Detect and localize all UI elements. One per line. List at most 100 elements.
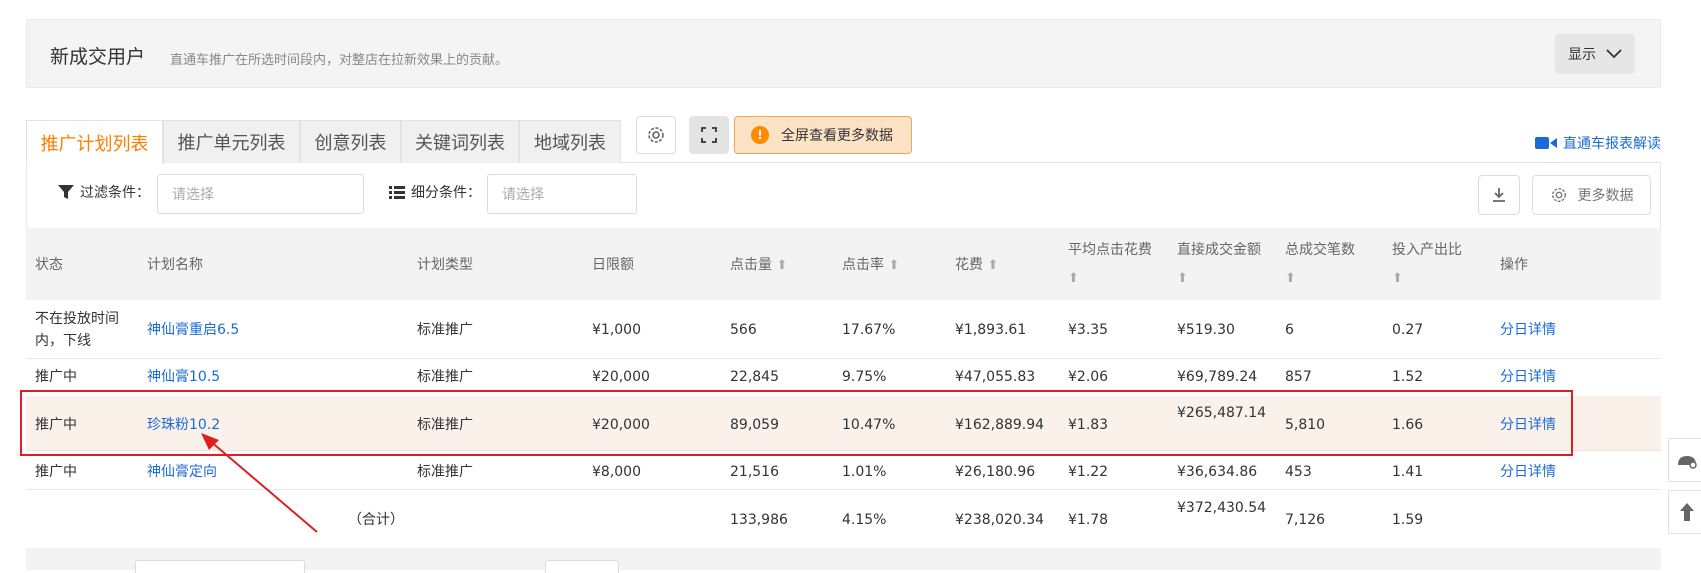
tab-keyword-list[interactable]: 关键词列表 <box>401 120 519 163</box>
display-button-label: 显示 <box>1568 47 1596 63</box>
section-title: 新成交用户 <box>50 46 146 68</box>
report-guide-link[interactable]: 直通车报表解读 <box>1535 133 1661 153</box>
download-icon <box>1493 188 1505 202</box>
total-cpc: ¥1.78 <box>1068 512 1109 528</box>
warning-icon: ! <box>751 126 769 144</box>
fullscreen-more-data-banner[interactable]: ! 全屏查看更多数据 <box>734 116 912 154</box>
row-roi: 0.27 <box>1392 322 1424 338</box>
row-divider <box>26 358 1661 359</box>
daily-detail-link[interactable]: 分日详情 <box>1500 461 1556 483</box>
col-label: 直接成交金额 <box>1177 242 1261 258</box>
row-plan-type: 标准推广 <box>417 464 473 480</box>
sort-arrow-icon: ⬆ <box>1177 271 1188 286</box>
expand-icon <box>701 127 717 143</box>
row-status: 推广中 <box>35 369 77 385</box>
row-cost: ¥1,893.61 <box>955 322 1027 338</box>
page-jump-input[interactable] <box>545 560 619 573</box>
filter-condition-label: 过滤条件： <box>58 182 150 202</box>
more-data-button[interactable]: 更多数据 <box>1532 175 1651 215</box>
total-cost: ¥238,020.34 <box>955 512 1045 528</box>
tab-plan-list[interactable]: 推广计划列表 <box>26 120 163 164</box>
col-label: 总成交笔数 <box>1285 242 1355 258</box>
row-ctr: 17.67% <box>842 322 896 338</box>
row-ctr: 1.01% <box>842 464 887 480</box>
row-clicks: 22,845 <box>730 369 779 385</box>
col-header-cost[interactable]: 花费 ⬆ <box>955 251 998 280</box>
row-cost: ¥47,055.83 <box>955 369 1036 385</box>
segment-label-text: 细分条件： <box>411 185 481 201</box>
row-budget: ¥8,000 <box>592 464 641 480</box>
row-cpc: ¥2.06 <box>1068 369 1109 385</box>
row-status: 不在投放时间内，下线 <box>35 311 119 349</box>
row-plan-type: 标准推广 <box>417 369 473 385</box>
col-label: 花费 <box>955 257 983 273</box>
col-header-direct-gmv[interactable]: 直接成交金额 ⬆ <box>1177 236 1277 293</box>
row-gmv: ¥36,634.86 <box>1177 464 1258 480</box>
tab-unit-list[interactable]: 推广单元列表 <box>163 120 300 163</box>
col-label: 点击率 <box>842 257 884 273</box>
more-data-label: 更多数据 <box>1577 188 1634 204</box>
tab-region-list[interactable]: 地域列表 <box>519 120 621 163</box>
customer-service-button[interactable] <box>1668 438 1701 482</box>
tab-label: 关键词列表 <box>415 133 505 154</box>
download-button[interactable] <box>1478 175 1520 215</box>
total-ctr: 4.15% <box>842 512 887 528</box>
report-link-label: 直通车报表解读 <box>1563 136 1661 152</box>
col-header-avg-cpc[interactable]: 平均点击花费 ⬆ <box>1068 236 1168 293</box>
sort-arrow-icon: ⬆ <box>1392 271 1403 286</box>
plan-name-link[interactable]: 神仙膏重启6.5 <box>147 319 239 341</box>
total-clicks: 133,986 <box>730 512 788 528</box>
segment-placeholder: 请选择 <box>502 187 544 203</box>
segment-condition-select[interactable]: 请选择 <box>487 174 637 214</box>
funnel-icon <box>58 185 74 199</box>
plan-name-link[interactable]: 神仙膏10.5 <box>147 366 220 388</box>
row-cost: ¥26,180.96 <box>955 464 1036 480</box>
tab-creative-list[interactable]: 创意列表 <box>300 120 401 163</box>
annotation-arrow-icon <box>201 433 318 533</box>
gamepad-icon <box>1678 456 1697 469</box>
tab-label: 地域列表 <box>534 133 606 154</box>
filter-placeholder: 请选择 <box>172 187 214 203</box>
sort-arrow-icon: ⬆ <box>1285 271 1296 286</box>
fullscreen-button[interactable] <box>689 116 729 154</box>
col-header-ctr[interactable]: 点击率 ⬆ <box>842 251 899 280</box>
col-header-plan-name: 计划名称 <box>147 257 203 273</box>
list-icon <box>389 186 405 199</box>
row-orders: 857 <box>1285 369 1312 385</box>
row-status: 推广中 <box>35 464 77 480</box>
total-orders: 7,126 <box>1285 512 1326 528</box>
daily-detail-link[interactable]: 分日详情 <box>1500 319 1556 341</box>
chevron-down-icon <box>1606 49 1622 59</box>
col-header-total-orders[interactable]: 总成交笔数 ⬆ <box>1285 236 1385 293</box>
daily-detail-link[interactable]: 分日详情 <box>1500 366 1556 388</box>
row-ctr: 9.75% <box>842 369 887 385</box>
row-orders: 453 <box>1285 464 1312 480</box>
col-label: 平均点击花费 <box>1068 242 1152 258</box>
col-header-plan-type: 计划类型 <box>417 257 473 273</box>
tab-label: 推广计划列表 <box>40 133 149 155</box>
col-header-roi[interactable]: 投入产出比 ⬆ <box>1392 236 1492 293</box>
total-gmv: ¥372,430.54 <box>1177 500 1267 516</box>
sort-arrow-icon: ⬆ <box>987 258 999 273</box>
col-header-action: 操作 <box>1500 257 1528 273</box>
section-subtitle: 直通车推广在所选时间段内，对整店在拉新效果上的贡献。 <box>170 53 509 68</box>
col-label: 投入产出比 <box>1392 242 1462 258</box>
segment-condition-label: 细分条件： <box>389 182 481 202</box>
row-roi: 1.52 <box>1392 369 1424 385</box>
settings-button[interactable] <box>636 116 676 154</box>
total-roi: 1.59 <box>1392 512 1424 528</box>
col-header-clicks[interactable]: 点击量 ⬆ <box>730 251 787 280</box>
filter-condition-select[interactable]: 请选择 <box>157 174 364 214</box>
row-cpc: ¥3.35 <box>1068 322 1109 338</box>
tab-label: 推广单元列表 <box>177 133 286 154</box>
row-budget: ¥1,000 <box>592 322 641 338</box>
row-gmv: ¥69,789.24 <box>1177 369 1258 385</box>
display-dropdown-button[interactable]: 显示 <box>1555 34 1635 74</box>
row-orders: 6 <box>1285 322 1294 338</box>
sort-arrow-icon: ⬆ <box>1068 271 1079 286</box>
page-size-select[interactable] <box>135 560 305 573</box>
col-header-daily-budget: 日限额 <box>592 257 634 273</box>
video-camera-icon <box>1535 137 1557 149</box>
back-to-top-button[interactable] <box>1668 490 1701 534</box>
filter-label-text: 过滤条件： <box>80 185 150 201</box>
